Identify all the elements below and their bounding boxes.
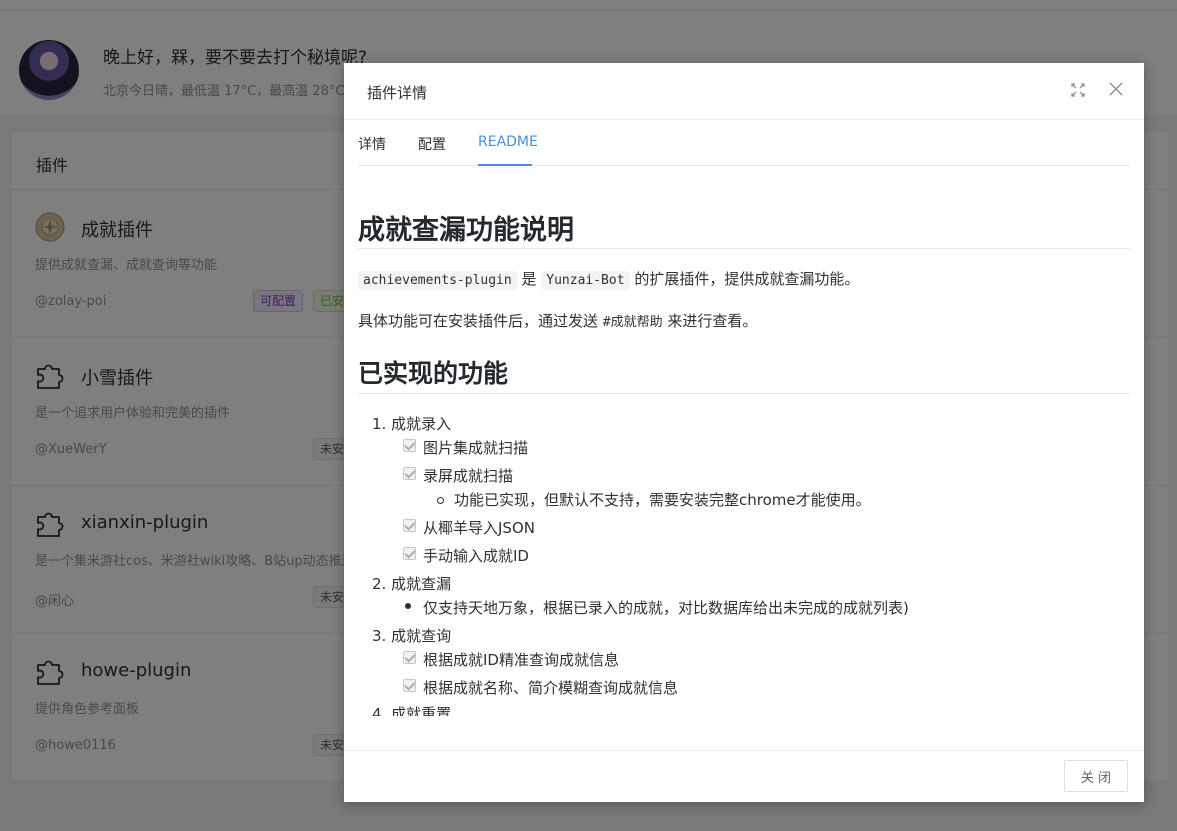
list-item: 图片集成就扫描 — [423, 439, 529, 457]
list-item: 手动输入成就ID — [423, 547, 529, 565]
readme-content[interactable]: 成就查漏功能说明 achievements-plugin 是 Yunzai-Bo… — [358, 166, 1130, 716]
tab-readme[interactable]: README — [478, 134, 538, 150]
plugin-detail-dialog: 插件详情 详情 配置 README 成就查漏功能说明 achievements-… — [344, 63, 1144, 802]
list-item: 仅支持天地万象，根据已录入的成就，对比数据库给出未完成的成就列表) — [423, 599, 909, 617]
list-item: 录屏成就扫描 — [423, 467, 514, 485]
dialog-tabs: 详情 配置 README — [358, 120, 1130, 166]
list-item: 2. 成就查漏 — [372, 575, 452, 593]
divider — [358, 248, 1130, 249]
list-item: 3. 成就查询 — [372, 627, 452, 645]
list-item: 功能已实现，但默认不支持，需要安装完整chrome才能使用。 — [454, 491, 871, 509]
close-button[interactable]: 关 闭 — [1064, 760, 1128, 792]
checkbox — [403, 467, 416, 480]
list-item: 从椰羊导入JSON — [423, 519, 535, 537]
close-icon[interactable] — [1108, 81, 1124, 97]
list-item: 4. 成就重置 — [372, 705, 452, 716]
list-item: 根据成就ID精准查询成就信息 — [423, 651, 619, 669]
list-item: 根据成就名称、简介模糊查询成就信息 — [423, 679, 679, 697]
tab-details[interactable]: 详情 — [358, 134, 386, 154]
readme-heading: 成就查漏功能说明 — [358, 215, 574, 246]
bullet — [405, 603, 411, 609]
readme-subheading: 已实现的功能 — [358, 359, 509, 388]
checkbox — [403, 651, 416, 664]
readme-paragraph: 具体功能可在安装插件后，通过发送 #成就帮助 来进行查看。 — [358, 312, 758, 330]
fullscreen-icon[interactable] — [1070, 82, 1086, 98]
tab-config[interactable]: 配置 — [418, 134, 446, 154]
readme-paragraph: achievements-plugin 是 Yunzai-Bot 的扩展插件，提… — [358, 268, 859, 290]
divider — [344, 750, 1144, 751]
dialog-title: 插件详情 — [367, 84, 428, 102]
inline-code: achievements-plugin — [358, 271, 517, 290]
checkbox — [403, 547, 416, 560]
checkbox — [403, 519, 416, 532]
checkbox — [403, 439, 416, 452]
divider — [358, 393, 1130, 394]
bullet — [437, 497, 444, 504]
inline-code: #成就帮助 — [602, 315, 663, 330]
checkbox — [403, 679, 416, 692]
inline-code: Yunzai-Bot — [541, 271, 630, 290]
list-item: 1. 成就录入 — [372, 415, 452, 433]
